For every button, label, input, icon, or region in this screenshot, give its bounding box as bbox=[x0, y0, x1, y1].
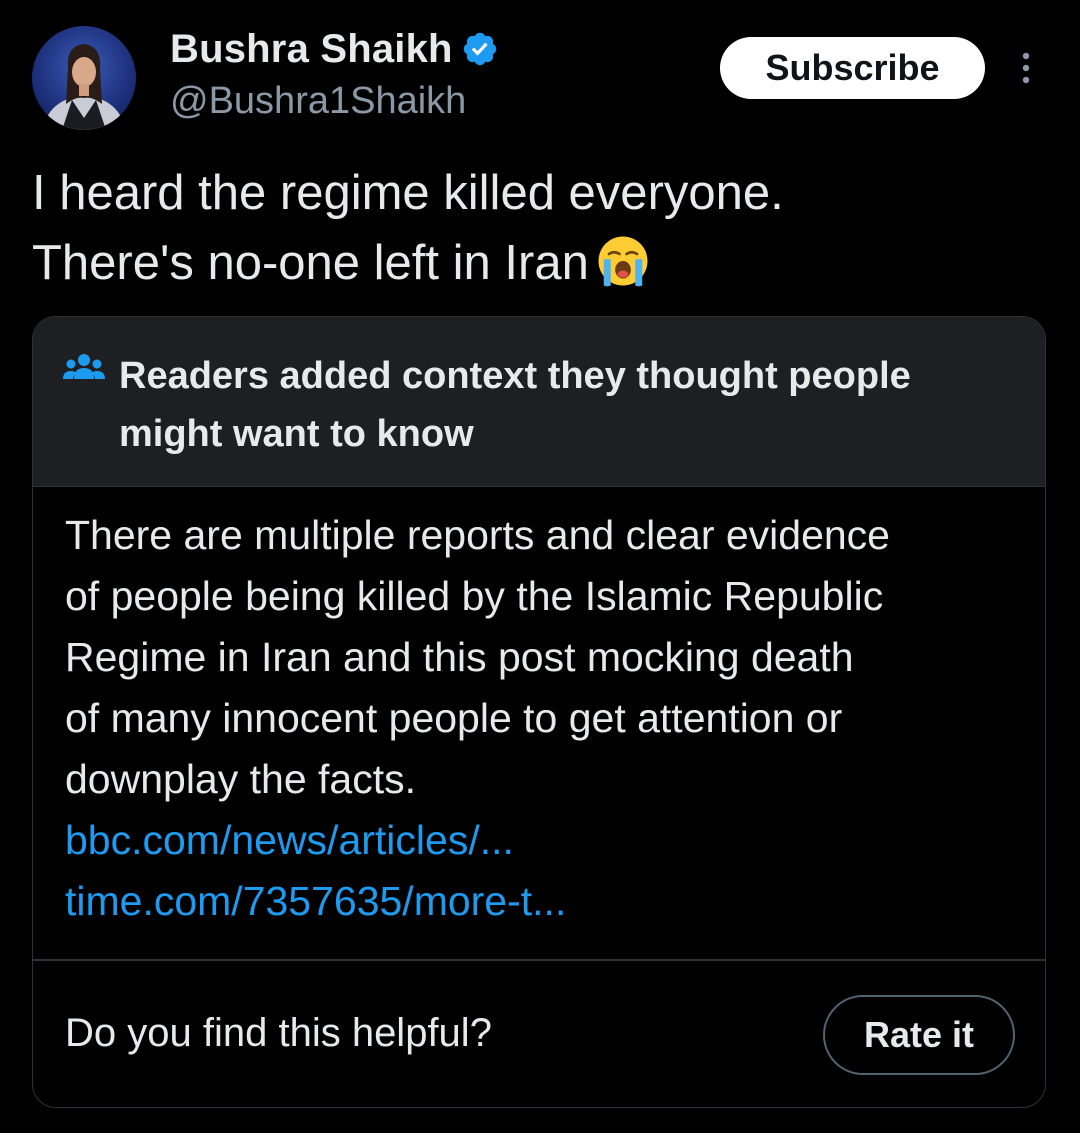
helpful-question: Do you find this helpful? bbox=[65, 1011, 492, 1055]
author-handle[interactable]: @Bushra1Shaikh bbox=[170, 80, 466, 123]
rate-it-button[interactable]: Rate it bbox=[823, 995, 1015, 1075]
people-icon bbox=[63, 354, 105, 379]
community-note-body: There are multiple reports and clear evi… bbox=[65, 505, 1025, 932]
display-name[interactable]: Bushra Shaikh bbox=[170, 27, 453, 72]
community-note-header: Readers added context they thought peopl… bbox=[33, 317, 1045, 487]
note-body-line: Regime in Iran and this post mocking dea… bbox=[65, 634, 854, 680]
note-body-line: downplay the facts. bbox=[65, 756, 416, 802]
loudly-crying-face-icon bbox=[598, 236, 648, 287]
tweet-text: I heard the regime killed everyone. Ther… bbox=[32, 158, 1042, 298]
subscribe-button[interactable]: Subscribe bbox=[720, 37, 985, 99]
community-note-title: Readers added context they thought peopl… bbox=[119, 355, 911, 455]
community-note: Readers added context they thought peopl… bbox=[32, 316, 1046, 1108]
note-source-link-bbc[interactable]: bbc.com/news/articles/... bbox=[65, 810, 1025, 871]
verified-badge-icon bbox=[463, 32, 496, 66]
note-divider bbox=[33, 959, 1045, 961]
note-body-line: of many innocent people to get attention… bbox=[65, 695, 843, 741]
note-body-line: of people being killed by the Islamic Re… bbox=[65, 573, 884, 619]
tweet-text-line: I heard the regime killed everyone. bbox=[32, 166, 784, 220]
tweet: Bushra Shaikh @Bushra1Shaikh Subscribe I… bbox=[0, 0, 1080, 1133]
avatar-image bbox=[44, 44, 124, 130]
note-source-link-time[interactable]: time.com/7357635/more-t... bbox=[65, 871, 1025, 932]
more-vertical-icon[interactable] bbox=[1012, 50, 1040, 86]
tweet-text-line: There's no-one left in Iran bbox=[32, 228, 1042, 298]
avatar[interactable] bbox=[32, 26, 136, 130]
tweet-text-line-content: There's no-one left in Iran bbox=[32, 236, 589, 290]
author-name-row: Bushra Shaikh bbox=[170, 24, 499, 74]
note-body-line: There are multiple reports and clear evi… bbox=[65, 512, 890, 558]
